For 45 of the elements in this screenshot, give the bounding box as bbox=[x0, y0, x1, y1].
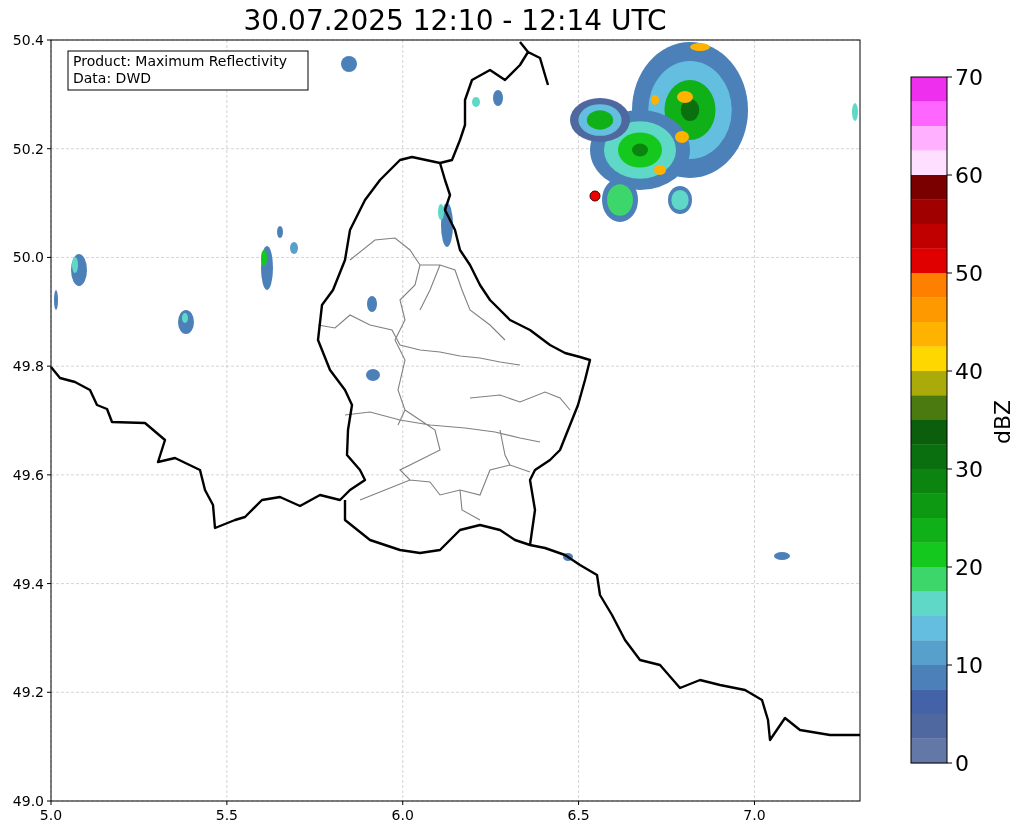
colorbar-tick-label: 70 bbox=[955, 65, 983, 90]
chart-title: 30.07.2025 12:10 - 12:14 UTC bbox=[242, 3, 668, 30]
tick-mark bbox=[46, 583, 52, 585]
tick-mark bbox=[946, 468, 953, 470]
axis-tick-label: 5.0 bbox=[39, 807, 63, 823]
tick-mark bbox=[946, 272, 953, 274]
axis-tick-label: 50.4 bbox=[12, 32, 44, 48]
axis-tick-label: 50.2 bbox=[12, 140, 44, 157]
tick-mark bbox=[402, 800, 404, 806]
tick-mark bbox=[46, 691, 52, 693]
axis-tick-label: 6.5 bbox=[567, 807, 590, 823]
info-text: Product: Maximum Reflectivity bbox=[73, 53, 287, 69]
tick-mark bbox=[46, 39, 52, 41]
tick-mark bbox=[946, 566, 953, 568]
tick-mark bbox=[754, 800, 755, 806]
tick-mark bbox=[946, 762, 953, 764]
tick-mark bbox=[578, 800, 580, 806]
axis-tick-label: 49.4 bbox=[12, 575, 44, 592]
tick-mark bbox=[946, 76, 953, 78]
axis-tick-label: 6.0 bbox=[391, 807, 414, 823]
tick-mark bbox=[946, 664, 953, 666]
tick-mark bbox=[46, 256, 52, 258]
axis-tick-label: 49.8 bbox=[12, 358, 44, 375]
tick-mark bbox=[946, 174, 953, 176]
tick-mark bbox=[46, 148, 52, 150]
axis-tick-label: 49.0 bbox=[12, 793, 44, 809]
axis-tick-label: 50.0 bbox=[12, 249, 44, 266]
axis-tick-label: 49.6 bbox=[12, 466, 44, 483]
tick-mark bbox=[226, 800, 228, 806]
tick-mark bbox=[46, 474, 52, 476]
colorbar-tick-label: 60 bbox=[955, 163, 983, 188]
axis-tick-label: 49.2 bbox=[12, 684, 44, 701]
axis-tick-label: 5.5 bbox=[215, 807, 238, 823]
colorbar-tick-label: 20 bbox=[955, 555, 983, 580]
axis-tick-label: 7.0 bbox=[743, 807, 766, 823]
tick-mark bbox=[946, 370, 953, 372]
colorbar-tick-label: 10 bbox=[955, 653, 983, 678]
location-marker bbox=[589, 190, 601, 202]
colorbar-label: dBZ bbox=[990, 399, 1015, 445]
info-text: Data: DWD bbox=[73, 70, 151, 86]
colorbar-tick-label: 30 bbox=[955, 457, 983, 482]
colorbar-tick-label: 50 bbox=[955, 261, 983, 286]
tick-mark bbox=[46, 365, 52, 367]
colorbar-tick-label: 0 bbox=[955, 751, 969, 776]
colorbar-tick-label: 40 bbox=[955, 359, 983, 384]
